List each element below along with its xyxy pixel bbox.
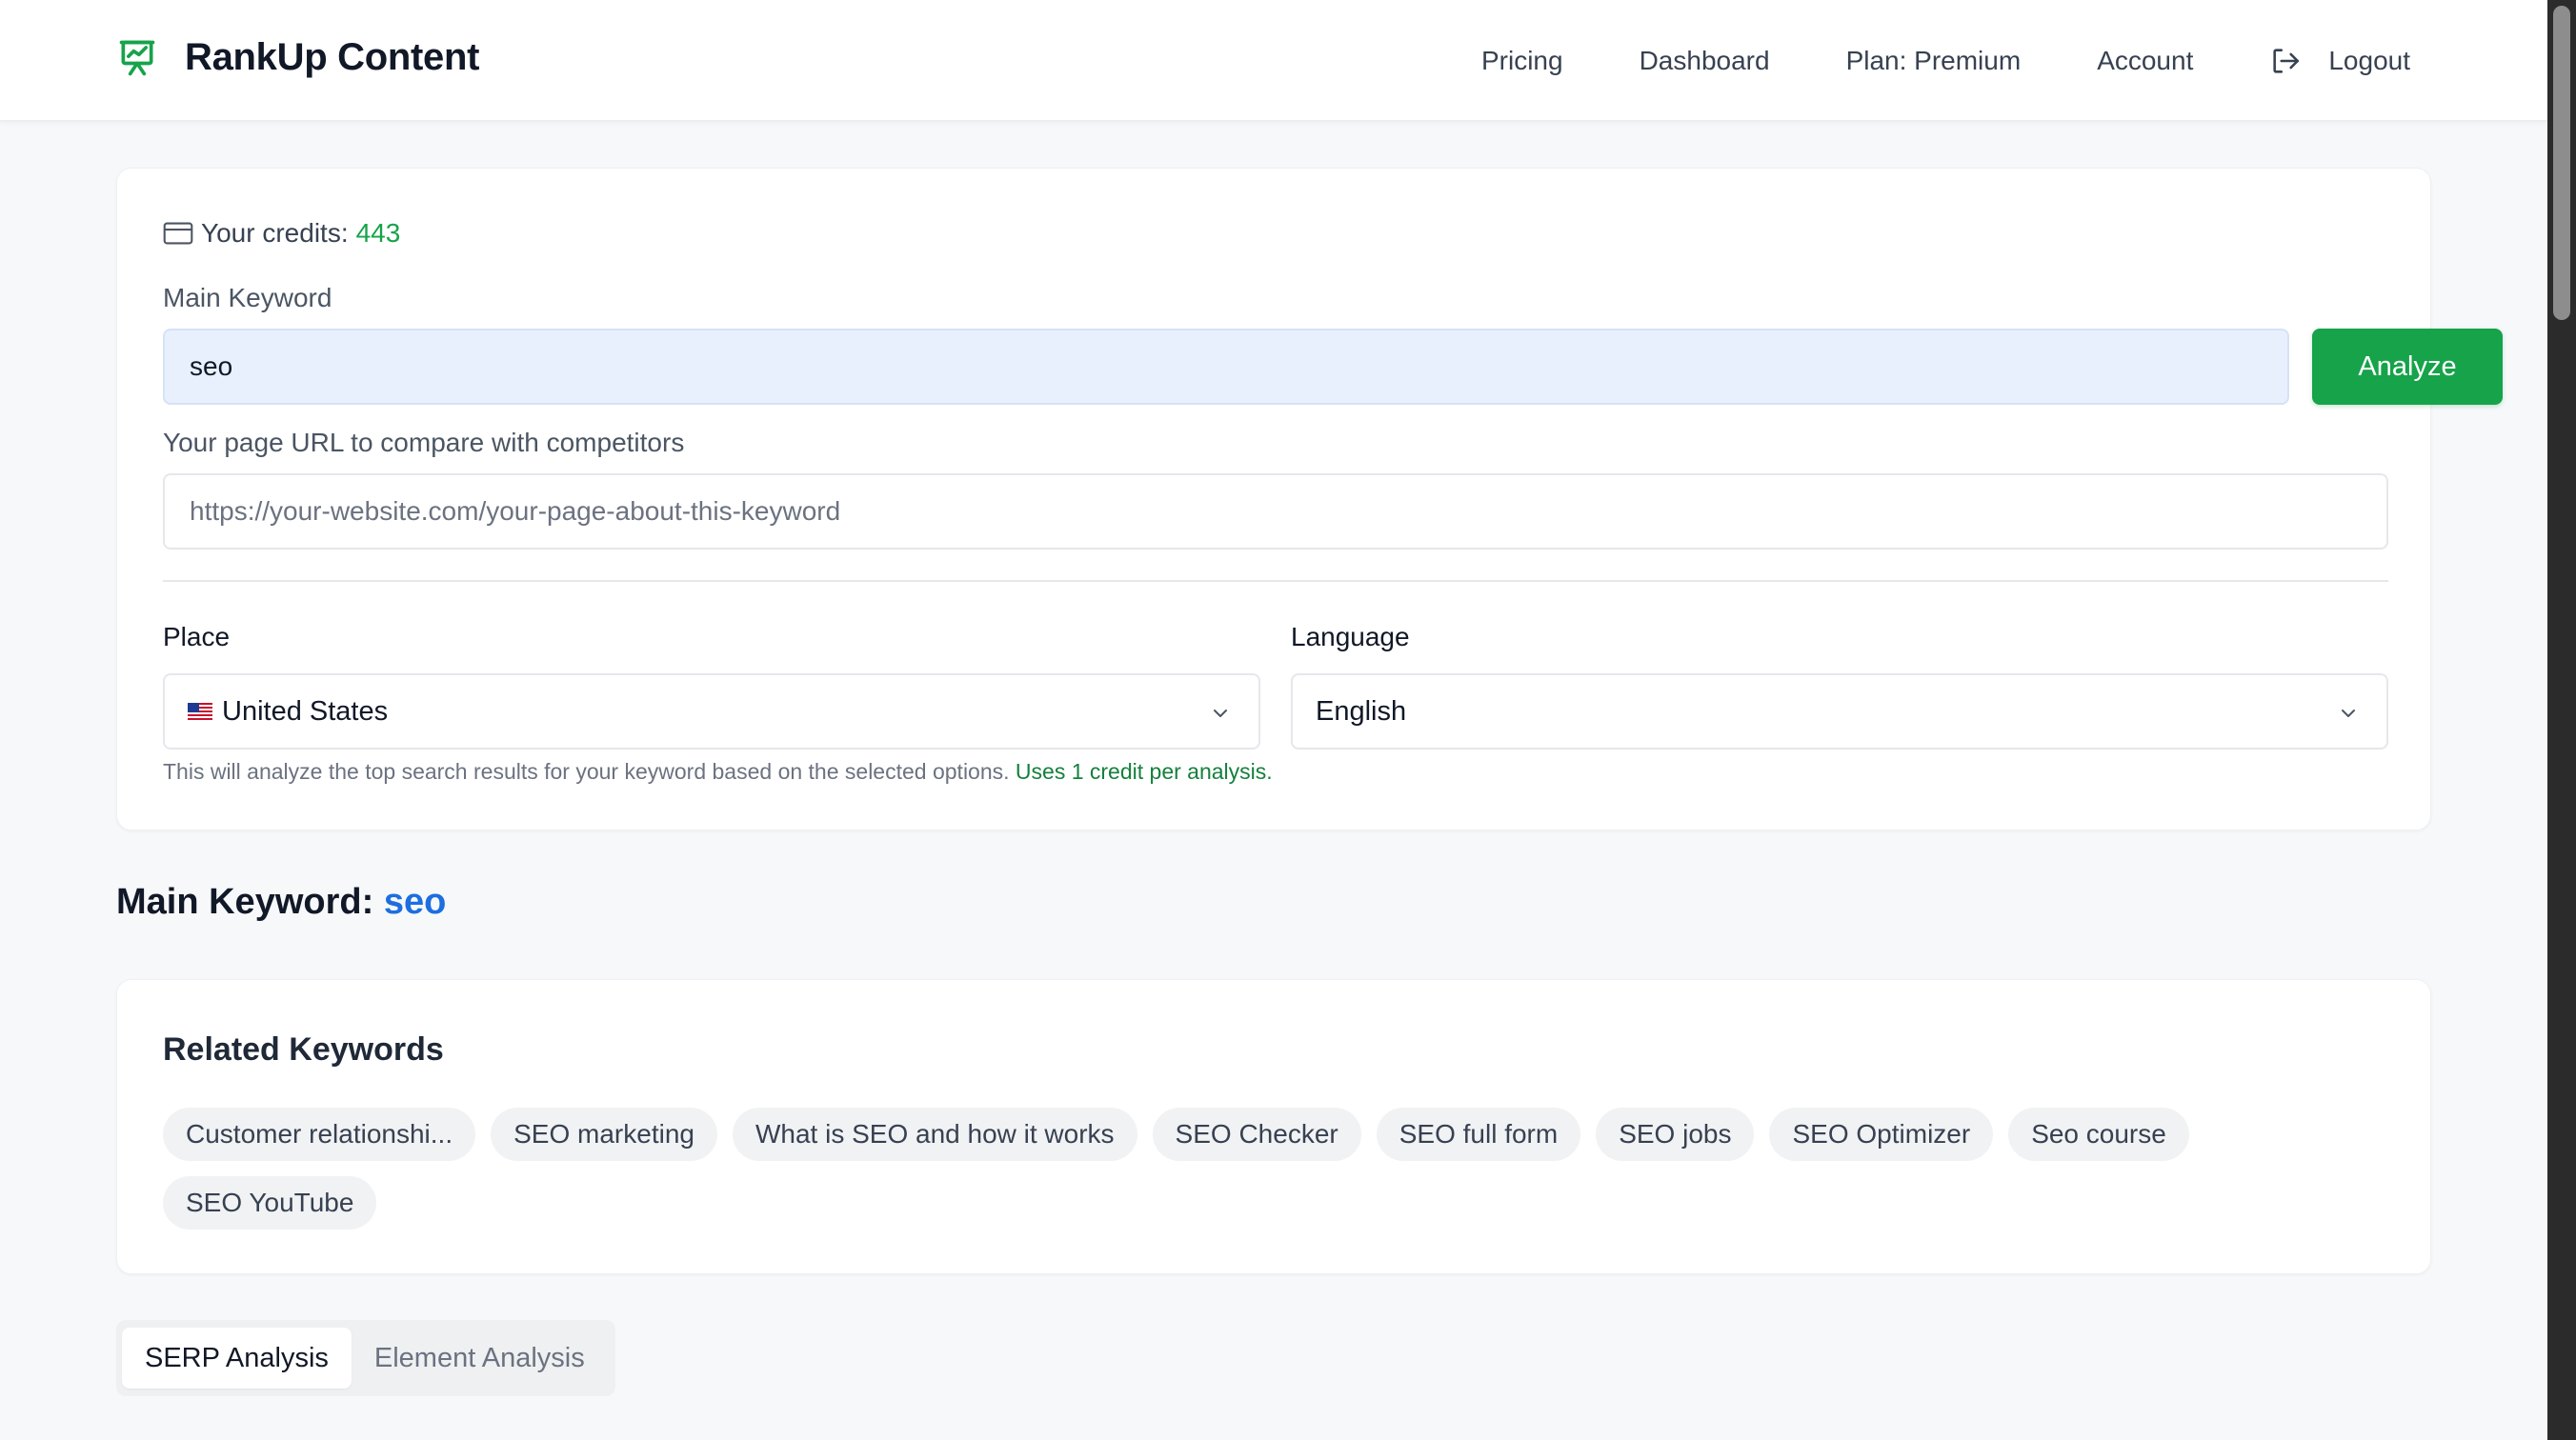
keyword-input[interactable] [163, 329, 2289, 405]
nav-account[interactable]: Account [2097, 46, 2193, 76]
nav-dashboard[interactable]: Dashboard [1640, 46, 1770, 76]
help-text: This will analyze the top search results… [163, 759, 1273, 785]
analysis-form-card: Your credits: 443 Main Keyword Analyze Y… [116, 168, 2503, 830]
place-value: United States [222, 695, 389, 727]
keyword-label: Main Keyword [163, 283, 332, 312]
top-navbar: RankUp Content Pricing Dashboard Plan: P… [0, 0, 2547, 122]
credits-value: 443 [355, 218, 401, 248]
credit-card-icon [163, 222, 193, 245]
chevron-down-icon [2342, 710, 2355, 717]
nav-plan[interactable]: Plan: Premium [1846, 46, 2022, 76]
brand-logo[interactable]: RankUp Content [116, 36, 479, 79]
credit-cost-note: Uses 1 credit per analysis. [1015, 759, 1273, 784]
help-description: This will analyze the top search results… [163, 759, 1010, 784]
related-keywords-card: Related Keywords Customer relationshi...… [116, 979, 2431, 1274]
keyword-chip[interactable]: Customer relationshi... [163, 1108, 476, 1161]
logout-button[interactable]: Logout [2269, 45, 2410, 77]
keyword-chip[interactable]: SEO marketing [491, 1108, 717, 1161]
analysis-tabs: SERP Analysis Element Analysis [116, 1320, 615, 1396]
language-label: Language [1291, 622, 1410, 651]
main-nav: Pricing Dashboard Plan: Premium Account … [1481, 0, 2410, 122]
keyword-chip[interactable]: SEO full form [1376, 1108, 1581, 1161]
analyze-button[interactable]: Analyze [2312, 329, 2503, 405]
related-keywords-title: Related Keywords [163, 1031, 444, 1068]
viewport: RankUp Content Pricing Dashboard Plan: P… [0, 0, 2547, 1440]
url-label: Your page URL to compare with competitor… [163, 428, 685, 457]
place-label: Place [163, 622, 231, 651]
tab-serp-analysis[interactable]: SERP Analysis [122, 1328, 352, 1389]
credits-label: Your credits: [201, 218, 349, 248]
scrollbar-thumb[interactable] [2553, 6, 2570, 320]
main-keyword-label: Main Keyword: [116, 882, 374, 922]
keyword-chip[interactable]: What is SEO and how it works [732, 1108, 1137, 1161]
keyword-chip[interactable]: Seo course [2008, 1108, 2189, 1161]
form-divider [163, 580, 2388, 582]
chevron-down-icon [1214, 710, 1227, 717]
language-value: English [1316, 695, 1407, 727]
keyword-chip[interactable]: SEO Optimizer [1769, 1108, 1994, 1161]
keyword-chip[interactable]: SEO jobs [1596, 1108, 1755, 1161]
keyword-chip[interactable]: SEO YouTube [163, 1176, 377, 1230]
place-select[interactable]: United States [163, 673, 1260, 750]
main-keyword-value: seo [383, 882, 447, 922]
us-flag-icon [188, 703, 212, 720]
related-keywords-list: Customer relationshi... SEO marketing Wh… [163, 1108, 2354, 1245]
credits-indicator: Your credits: 443 [163, 218, 400, 249]
brand-name: RankUp Content [185, 36, 480, 78]
presentation-chart-icon [119, 40, 155, 75]
nav-pricing[interactable]: Pricing [1481, 46, 1563, 76]
keyword-chip[interactable]: SEO Checker [1152, 1108, 1361, 1161]
tab-element-analysis[interactable]: Element Analysis [352, 1328, 608, 1389]
url-input[interactable] [163, 473, 2388, 550]
logout-label: Logout [2328, 46, 2410, 75]
logout-icon [2273, 49, 2300, 73]
language-select[interactable]: English [1291, 673, 2388, 750]
page-scrollbar[interactable] [2547, 0, 2576, 1440]
main-keyword-heading: Main Keyword: seo [116, 882, 446, 923]
